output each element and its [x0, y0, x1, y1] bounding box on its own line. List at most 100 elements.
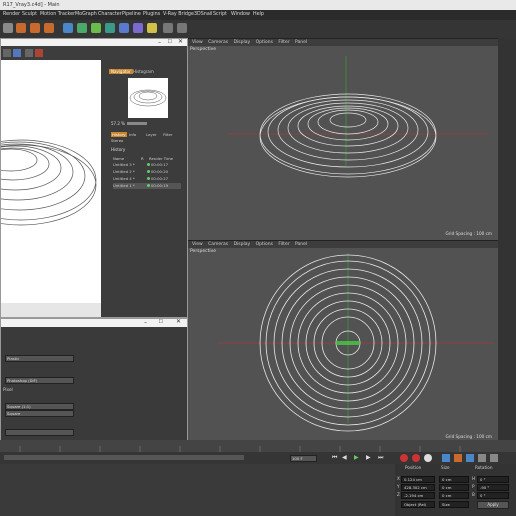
render-settings-icon[interactable] [44, 23, 54, 33]
apply-button[interactable]: Apply [477, 501, 509, 509]
step-back-icon[interactable]: ◀ [342, 454, 347, 461]
render-image [0, 60, 101, 303]
viewport-bottom[interactable]: View Cameras Display Options Filter Pane… [187, 240, 499, 442]
pv-compare-icon[interactable] [13, 49, 21, 57]
render-view-icon[interactable] [16, 23, 26, 33]
vp-menu-options[interactable]: Options [256, 40, 273, 45]
cube-icon[interactable] [63, 23, 73, 33]
pv-tool-icon[interactable] [3, 49, 11, 57]
rotation-b-field[interactable]: 0 ° [477, 492, 509, 499]
vp2-menu-options[interactable]: Options [256, 242, 273, 247]
deformer-icon[interactable] [105, 23, 115, 33]
history-row[interactable]: Untitled 3 * 00:00:17 [113, 162, 181, 168]
size-mode-dropdown[interactable]: Size [439, 501, 469, 508]
coord-mode-dropdown[interactable]: Object (Rel) [401, 501, 435, 508]
timeline-ticks [19, 446, 461, 452]
menu-render[interactable]: Render [3, 12, 20, 17]
menu-mograph[interactable]: MoGraph [75, 12, 97, 17]
zoom-slider[interactable] [127, 122, 147, 125]
play-icon[interactable]: ▶ [354, 454, 359, 461]
tab-histogram[interactable]: Histogram [133, 69, 154, 74]
position-z-field[interactable]: -2.194 cm [401, 492, 435, 499]
shape-dropdown[interactable]: Square [5, 410, 74, 417]
minimize-icon[interactable]: – [158, 39, 161, 46]
viewport-top[interactable]: View Cameras Display Options Filter Pane… [187, 38, 499, 241]
size-x-field[interactable]: 0 cm [439, 476, 469, 483]
menu-help[interactable]: Help [253, 12, 264, 17]
param-key-icon[interactable] [478, 454, 486, 462]
menu-motion-tracker[interactable]: Motion Tracker [40, 12, 75, 17]
pv-render-icon[interactable] [35, 49, 43, 57]
menu-pipeline[interactable]: Pipeline [122, 12, 141, 17]
tab-navigator[interactable]: Navigator [109, 69, 133, 74]
move-key-icon[interactable] [442, 454, 450, 462]
render-pic-icon[interactable] [30, 23, 40, 33]
floor-icon[interactable] [119, 23, 129, 33]
settings-maximize-icon[interactable]: ☐ [159, 319, 163, 325]
tab-stereo[interactable]: Stereo [111, 138, 123, 143]
tab-history[interactable]: History [111, 132, 127, 137]
vp2-menu-cameras[interactable]: Cameras [208, 242, 228, 247]
history-row-selected[interactable]: Untitled 1 * 00:00:19 [113, 183, 181, 189]
vray-icon[interactable] [163, 23, 173, 33]
tab-filter[interactable]: Filter [163, 132, 172, 137]
rotate-key-icon[interactable] [466, 454, 474, 462]
maximize-icon[interactable]: ☐ [168, 39, 172, 45]
pv-stop-icon[interactable] [25, 49, 33, 57]
vp2-menu-panel[interactable]: Panel [295, 242, 307, 247]
record-icon[interactable] [400, 454, 408, 462]
scale-key-icon[interactable] [454, 454, 462, 462]
autokey-icon[interactable] [412, 454, 420, 462]
format-dropdown[interactable]: Photoshop (DIF) [5, 377, 74, 384]
aspect-dropdown[interactable]: Square (1:1) [5, 403, 74, 410]
vp2-menu-view[interactable]: View [192, 242, 203, 247]
step-forward-icon[interactable]: ▶ [366, 454, 371, 461]
menu-vray-bridge[interactable]: V-Ray Bridge [163, 12, 194, 17]
goto-end-icon[interactable]: ⏭ [378, 454, 383, 462]
array-icon[interactable] [91, 23, 101, 33]
vray-settings-icon[interactable] [177, 23, 187, 33]
menu-bar: Render Sculpt Motion Tracker MoGraph Cha… [0, 10, 516, 20]
menu-character[interactable]: Character [98, 12, 122, 17]
keyframe-icon[interactable] [424, 454, 432, 462]
size-y-field[interactable]: 0 cm [439, 484, 469, 491]
vp-menu-view[interactable]: View [192, 40, 203, 45]
vp-menu-cameras[interactable]: Cameras [208, 40, 228, 45]
camera-icon[interactable] [133, 23, 143, 33]
position-x-field[interactable]: 0.124 cm [401, 476, 435, 483]
history-row[interactable]: Untitled 4 * 00:00:27 [113, 176, 181, 182]
time-range-slider[interactable] [4, 455, 244, 460]
vp-menu-display[interactable]: Display [234, 40, 251, 45]
settings-close-icon[interactable]: ✕ [176, 318, 181, 325]
timeline-ruler[interactable] [0, 440, 516, 452]
nurbs-icon[interactable] [77, 23, 87, 33]
settings-minimize-icon[interactable]: – [144, 319, 147, 326]
rot-p-label: P [472, 484, 475, 489]
history-row[interactable]: Untitled 2 * 00:00:20 [113, 169, 181, 175]
rotation-h-field[interactable]: 0 ° [477, 476, 509, 483]
vp-menu-filter[interactable]: Filter [278, 40, 289, 45]
navigator-preview[interactable] [128, 78, 168, 118]
vp2-menu-display[interactable]: Display [234, 242, 251, 247]
coord-header-size: Size [441, 465, 450, 470]
menu-plugins[interactable]: Plugins [143, 12, 160, 17]
menu-3dsnail[interactable]: 3DSnail [194, 12, 212, 17]
position-y-field[interactable]: 428.302 cm [401, 484, 435, 491]
end-frame-field[interactable]: 100 F [290, 455, 317, 462]
render-region-icon[interactable] [3, 23, 13, 33]
rotation-p-field[interactable]: -90 ° [477, 484, 509, 491]
material-dropdown[interactable]: Plastic [5, 355, 74, 362]
vp2-menu-filter[interactable]: Filter [278, 242, 289, 247]
vp-menu-panel[interactable]: Panel [295, 40, 307, 45]
menu-sculpt[interactable]: Sculpt [22, 12, 37, 17]
tab-info[interactable]: Info [129, 132, 136, 137]
goto-start-icon[interactable]: ⏮ [332, 454, 337, 462]
light-icon[interactable] [147, 23, 157, 33]
close-icon[interactable]: ✕ [178, 38, 183, 45]
size-z-field[interactable]: 0 cm [439, 492, 469, 499]
pla-key-icon[interactable] [490, 454, 498, 462]
menu-script[interactable]: Script [213, 12, 227, 17]
menu-window[interactable]: Window [231, 12, 250, 17]
tab-layer[interactable]: Layer [146, 132, 157, 137]
extra-dropdown[interactable] [5, 429, 74, 436]
